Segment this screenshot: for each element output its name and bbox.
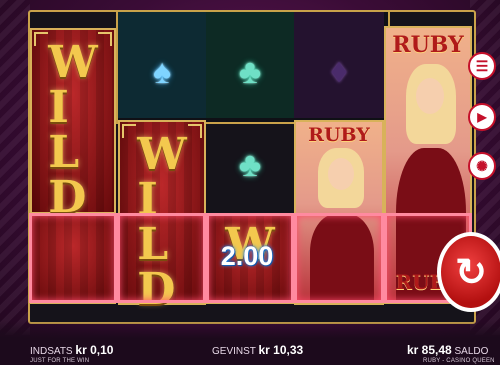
bet-display[interactable]: INDSATS kr 0,10 (30, 343, 113, 357)
ruby-title: RUBY (392, 32, 464, 58)
wild-text: WILD (32, 40, 114, 220)
win-value: kr 10,33 (258, 343, 304, 357)
bet-settings-button[interactable]: ✺ (468, 152, 496, 180)
wild-symbol-reel-1: WILD (30, 28, 116, 220)
wild-letter: W (48, 37, 98, 88)
balance-display: kr 85,48 SALDO (407, 343, 489, 357)
left-side-pattern (0, 0, 30, 335)
wild-letter: W (137, 129, 187, 180)
game-name: RUBY - CASINO QUEEN (423, 358, 495, 364)
wild-letter: L (48, 127, 80, 178)
ruby-title: RUBY (308, 124, 370, 146)
balance-value: kr 85,48 (407, 343, 452, 357)
diamond-icon: ♦ (330, 52, 348, 90)
club-icon: ♣ (238, 53, 262, 91)
menu-icon: ☰ (475, 57, 489, 74)
win-highlight (29, 213, 117, 303)
bottom-bar: INDSATS kr 0,10 JUST FOR THE WIN GEVINST… (0, 321, 500, 365)
win-display: GEVINST kr 10,33 (212, 343, 304, 357)
spin-icon: ↻ (455, 251, 487, 294)
spade-icon: ♠ (152, 53, 172, 91)
menu-button[interactable]: ☰ (468, 52, 496, 80)
win-highlight (117, 213, 206, 303)
bet-value: kr 0,10 (75, 343, 114, 357)
chip-icon: ✺ (476, 157, 488, 174)
club-icon: ♣ (238, 146, 262, 184)
autoplay-button[interactable]: ▶ (468, 103, 496, 131)
wild-letter: I (48, 82, 69, 133)
play-icon: ▶ (477, 110, 487, 124)
game-subtext: JUST FOR THE WIN (30, 358, 90, 364)
spin-button[interactable]: ↻ (437, 232, 500, 312)
win-highlight (294, 213, 384, 303)
line-win-amount: 2.00 (220, 241, 274, 271)
